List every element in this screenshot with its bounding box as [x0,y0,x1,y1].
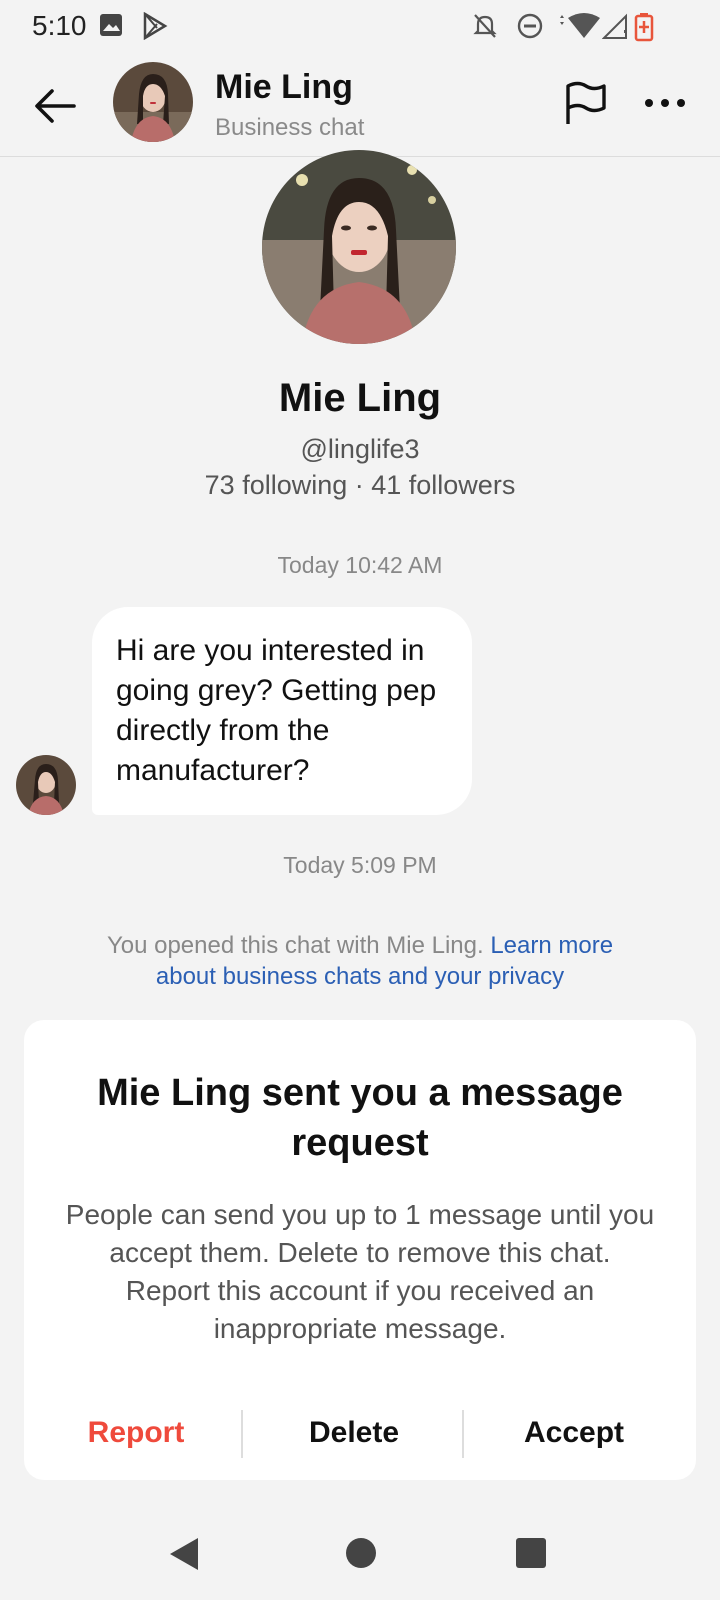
more-options-button[interactable] [640,78,690,128]
message-sender-avatar[interactable] [16,755,76,815]
system-nav-bar [0,1510,720,1600]
message-timestamp: Today 10:42 AM [277,552,443,578]
header-chat-type: Business chat [215,114,365,141]
nav-back-icon[interactable] [168,1536,202,1572]
report-button[interactable]: Report [24,1408,248,1458]
play-store-icon [143,12,168,40]
notifications-off-icon [473,14,497,38]
header-avatar[interactable] [113,62,193,142]
back-arrow-icon [35,89,76,123]
status-bar: 5:10 [0,0,720,52]
message-timestamp: Today 5:09 PM [283,852,437,878]
more-icon [645,99,685,107]
back-button[interactable] [30,80,82,132]
accept-button[interactable]: Accept [462,1408,686,1458]
profile-stats: 73 following · 41 followers [204,470,516,500]
report-flag-button[interactable] [560,78,610,128]
profile-name: Mie Ling [278,376,442,420]
nav-home-icon[interactable] [346,1538,376,1568]
signal-icon [602,13,627,39]
battery-low-icon [634,13,654,42]
wifi-icon [560,13,600,38]
request-card-body: People can send you up to 1 message unti… [65,1199,655,1344]
incoming-message-bubble[interactable]: Hi are you interested in going grey? Get… [92,607,472,815]
profile-avatar[interactable] [262,150,456,344]
header-contact-name: Mie Ling [215,68,353,106]
sender-photo [16,755,76,815]
profile-handle: @linglife3 [300,434,420,464]
privacy-notice: You opened this chat with Mie Ling. Lear… [100,930,620,992]
profile-photo [262,150,456,344]
photo-notification-icon [100,14,122,36]
status-time: 5:10 [32,10,87,41]
nav-recents-icon[interactable] [516,1538,546,1568]
flag-icon [566,81,606,124]
delete-button[interactable]: Delete [242,1408,466,1458]
message-request-card: Mie Ling sent you a message request Peop… [24,1020,696,1480]
chat-header: Mie Ling Business chat [0,56,720,157]
do-not-disturb-icon [517,13,543,39]
privacy-text: You opened this chat with Mie Ling. [106,932,484,959]
request-card-actions: Report Delete Accept [24,1408,696,1458]
request-card-title: Mie Ling sent you a message request [97,1072,623,1164]
avatar-photo [113,62,193,142]
